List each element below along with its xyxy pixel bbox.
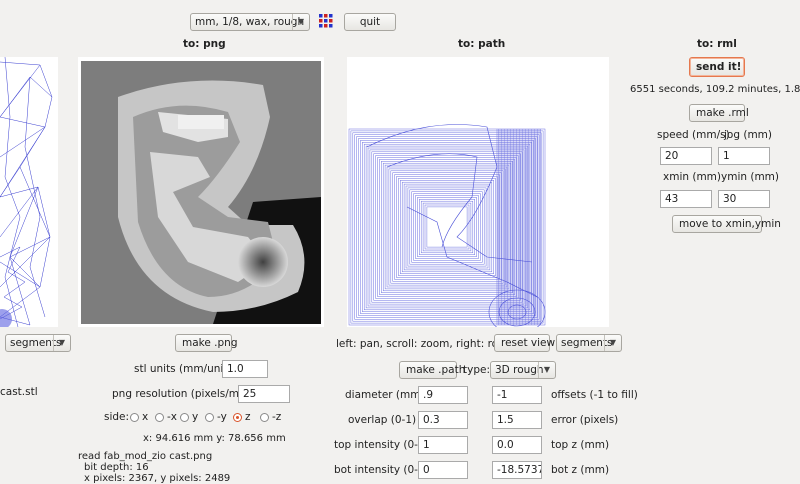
reset-view-button[interactable]: reset view xyxy=(494,334,555,352)
side-radio-label: -z xyxy=(272,411,282,423)
side-radio--y[interactable] xyxy=(205,413,214,422)
stl-segments-select[interactable]: segments ▼ xyxy=(5,334,71,352)
bot-intensity-field[interactable]: 0 xyxy=(418,461,468,479)
type-select[interactable]: 3D rough ▼ xyxy=(490,361,556,379)
side-radio-label: -x xyxy=(167,411,178,423)
top-z-field[interactable]: 0.0 xyxy=(492,436,542,454)
type-label: type: xyxy=(463,364,490,376)
top-intensity-label: top intensity (0-1) xyxy=(334,439,429,451)
diameter-field[interactable]: .9 xyxy=(418,386,468,404)
stl-mesh-drawing xyxy=(0,57,53,327)
side-radio-x[interactable] xyxy=(130,413,139,422)
ymin-label: ymin (mm) xyxy=(721,171,780,183)
grid-app-icon[interactable] xyxy=(318,13,334,29)
side-label: side: xyxy=(104,411,130,423)
png-dimensions: x: 94.616 mm y: 78.656 mm xyxy=(143,433,286,444)
side-radio--x[interactable] xyxy=(155,413,164,422)
make-path-button[interactable]: make .path xyxy=(399,361,465,379)
time-estimate: 6551 seconds, 109.2 minutes, 1.82 hours xyxy=(630,84,800,95)
top-intensity-field[interactable]: 1 xyxy=(418,436,468,454)
send-it-button[interactable]: send it! xyxy=(689,57,745,77)
jog-label: jog (mm) xyxy=(724,129,772,141)
bit-depth: bit depth: 16 xyxy=(84,462,149,473)
side-radio-z[interactable] xyxy=(233,413,242,422)
resolution-label: png resolution (pixels/mm): xyxy=(112,388,257,400)
png-preview xyxy=(78,57,324,327)
side-radio-label: z xyxy=(245,411,251,423)
top-z-label: top z (mm) xyxy=(551,439,610,451)
stl-units-label: stl units (mm/unit): xyxy=(134,363,236,375)
pixel-count: x pixels: 2367, y pixels: 2489 xyxy=(84,473,231,484)
side-radio-label: y xyxy=(192,411,199,423)
stl-units-field[interactable]: 1.0 xyxy=(222,360,268,378)
xmin-field[interactable]: 43 xyxy=(660,190,712,208)
speed-label: speed (mm/s) xyxy=(657,129,730,141)
path-segments-select[interactable]: segments ▼ xyxy=(556,334,622,352)
jog-field[interactable]: 1 xyxy=(718,147,770,165)
error-field[interactable]: 1.5 xyxy=(492,411,542,429)
bot-z-field[interactable]: -18.57375 xyxy=(492,461,542,479)
resolution-field[interactable]: 25 xyxy=(238,385,290,403)
stl-filename: cast.stl xyxy=(0,386,38,398)
chevron-down-icon: ▼ xyxy=(538,362,555,378)
read-status: read fab_mod_zio cast.png xyxy=(78,451,213,462)
type-select-value: 3D rough xyxy=(495,364,544,376)
path-header: to: path xyxy=(458,38,506,50)
path-preview[interactable] xyxy=(347,57,609,327)
side-radio--z[interactable] xyxy=(260,413,269,422)
quit-button[interactable]: quit xyxy=(344,13,396,31)
chevron-down-icon: ▼ xyxy=(292,14,309,30)
side-radio-label: -y xyxy=(217,411,227,423)
bot-z-label: bot z (mm) xyxy=(551,464,610,476)
ymin-field[interactable]: 30 xyxy=(718,190,770,208)
side-radio-group: x -x y -y z -z xyxy=(130,411,310,425)
move-to-button[interactable]: move to xmin,ymin xyxy=(672,215,781,233)
error-label: error (pixels) xyxy=(551,414,619,426)
side-radio-label: x xyxy=(142,411,149,423)
xmin-label: xmin (mm) xyxy=(663,171,722,183)
overlap-field[interactable]: 0.3 xyxy=(418,411,468,429)
toolpath-drawing xyxy=(348,124,546,327)
bot-intensity-label: bot intensity (0-1) xyxy=(334,464,429,476)
chevron-down-icon: ▼ xyxy=(53,335,70,351)
process-select[interactable]: mm, 1/8, wax, rough ▼ xyxy=(190,13,310,31)
chevron-down-icon: ▼ xyxy=(604,335,621,351)
depth-image xyxy=(81,61,321,324)
process-select-value: mm, 1/8, wax, rough xyxy=(195,16,305,28)
overlap-label: overlap (0-1) xyxy=(348,414,417,426)
speed-field[interactable]: 20 xyxy=(660,147,712,165)
stl-preview[interactable] xyxy=(0,57,58,327)
png-header: to: png xyxy=(183,38,226,50)
offsets-field[interactable]: -1 xyxy=(492,386,542,404)
offsets-label: offsets (-1 to fill) xyxy=(551,389,638,401)
side-radio-y[interactable] xyxy=(180,413,189,422)
make-png-button[interactable]: make .png xyxy=(175,334,238,352)
rml-header: to: rml xyxy=(697,38,737,50)
make-rml-button[interactable]: make .rml xyxy=(689,104,749,122)
view-hint: left: pan, scroll: zoom, right: rotate xyxy=(336,338,520,350)
diameter-label: diameter (mm) xyxy=(345,389,425,401)
